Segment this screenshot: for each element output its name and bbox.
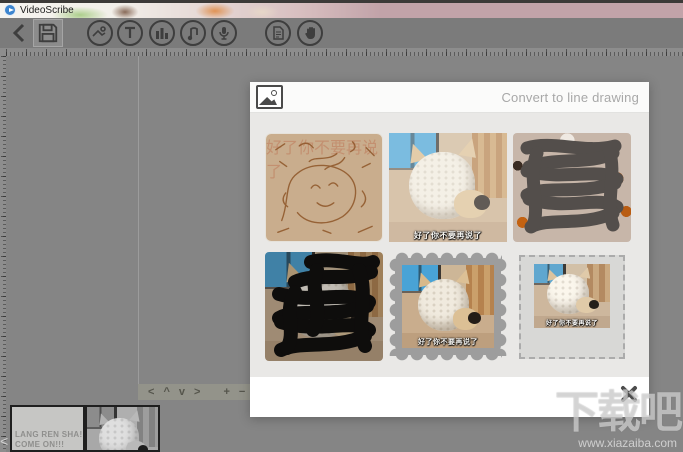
option-color-sketch[interactable]: 好了你不要再说了: [389, 133, 507, 242]
dialog-header: Convert to line drawing: [250, 82, 649, 113]
photo-thumbnail: 好了你不要再说了: [534, 263, 610, 328]
zoom-out-button[interactable]: −: [239, 386, 245, 398]
timeline-slide-text[interactable]: LANG REN SHA!! COME ON!!!: [10, 405, 85, 452]
close-button[interactable]: [619, 384, 639, 404]
videoscribe-app: VideoScribe < ^ v > + − < LANG REN SHA!!…: [0, 0, 683, 452]
pan-right-button[interactable]: >: [194, 386, 200, 398]
timeline-prev-button[interactable]: <: [0, 433, 8, 449]
add-text-button[interactable]: [117, 20, 143, 46]
hand-icon: [297, 20, 323, 46]
option-scalloped-frame[interactable]: 好了你不要再说了: [389, 252, 507, 361]
add-image-icon: [87, 20, 113, 46]
save-button[interactable]: [33, 19, 63, 47]
slide-caption-line1: LANG REN SHA!!: [15, 430, 85, 439]
zoom-in-button[interactable]: +: [223, 386, 229, 398]
pan-left-button[interactable]: <: [148, 386, 154, 398]
slide-caption-line2: COME ON!!!: [15, 440, 65, 449]
option-dark-scribble[interactable]: [513, 133, 631, 242]
notes-button[interactable]: [265, 20, 291, 46]
add-music-icon: [180, 20, 206, 46]
add-chart-button[interactable]: [149, 20, 175, 46]
titlebar: VideoScribe: [0, 3, 683, 18]
close-icon: [621, 386, 637, 402]
window-title: VideoScribe: [20, 5, 74, 16]
microphone-icon: [211, 20, 237, 46]
image-icon: [256, 85, 283, 109]
photo-caption: 好了你不要再说了: [545, 320, 598, 327]
option-line-drawing[interactable]: 好了你不要再说了: [265, 133, 383, 242]
record-voiceover-button[interactable]: [211, 20, 237, 46]
photo-thumbnail: [87, 407, 158, 450]
pan-down-button[interactable]: v: [179, 386, 185, 398]
dialog-footer: [250, 377, 649, 417]
notes-icon: [265, 20, 291, 46]
canvas-pan-zoom-controls: < ^ v > + −: [138, 384, 268, 400]
save-icon: [38, 23, 58, 43]
pan-up-button[interactable]: ^: [163, 386, 169, 398]
photo-thumbnail: 好了你不要再说了: [402, 265, 494, 348]
add-chart-icon: [149, 20, 175, 46]
option-stamp-frame[interactable]: 好了你不要再说了: [513, 252, 631, 361]
dialog-options-grid: 好了你不要再说了 好了你不要再说了 好了你不要再说了 好了你不要再说了: [250, 113, 649, 377]
videoscribe-logo-icon: [4, 4, 16, 16]
horizontal-ruler: [6, 48, 683, 56]
hand-tool-button[interactable]: [297, 20, 323, 46]
photo-caption: 好了你不要再说了: [414, 231, 482, 240]
photo-thumbnail: 好了你不要再说了: [389, 133, 507, 242]
toolbar: [0, 18, 683, 48]
add-music-button[interactable]: [180, 20, 206, 46]
add-text-icon: [117, 20, 143, 46]
convert-dialog: Convert to line drawing 好了你不要再说了 好了你不要再说…: [250, 82, 649, 417]
dialog-title: Convert to line drawing: [501, 90, 639, 105]
stamp-frame: 好了你不要再说了: [519, 254, 625, 359]
photo-caption: 好了你不要再说了: [418, 339, 478, 346]
timeline-slide-photo[interactable]: [85, 405, 160, 452]
add-image-button[interactable]: [87, 20, 113, 46]
option-black-scribble[interactable]: [265, 252, 383, 361]
back-button[interactable]: [6, 20, 32, 46]
canvas-page-divider: [138, 56, 139, 385]
